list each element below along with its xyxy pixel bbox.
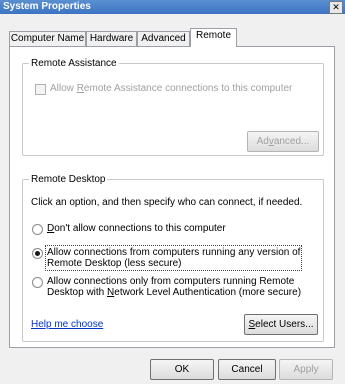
close-button[interactable]: ✕: [329, 1, 343, 14]
allow-nla-only-label[interactable]: Allow connections only from computers ru…: [47, 276, 301, 298]
allow-any-version-label[interactable]: Allow connections from computers running…: [44, 245, 303, 271]
apply-button[interactable]: Apply: [279, 359, 333, 380]
advanced-button[interactable]: Advanced...: [247, 131, 319, 152]
allow-any-version-line2: Remote Desktop (less secure): [47, 258, 182, 269]
tab-hardware[interactable]: Hardware: [86, 31, 137, 46]
allow-remote-assistance-label[interactable]: Allow Remote Assistance connections to t…: [50, 83, 292, 94]
tab-remote[interactable]: Remote: [190, 28, 237, 47]
remote-desktop-instruction: Click an option, and then specify who ca…: [31, 197, 303, 208]
remote-desktop-group: Remote Desktop Click an option, and then…: [22, 174, 324, 342]
remote-assistance-group-label: Remote Assistance: [29, 58, 119, 69]
system-properties-window: System Properties ✕ Computer Name Hardwa…: [0, 0, 345, 384]
remote-tab-panel: Remote Assistance Allow Remote Assistanc…: [9, 46, 335, 348]
title-bar[interactable]: System Properties ✕: [0, 0, 345, 14]
allow-any-version-line1: Allow connections from computers running…: [47, 247, 301, 258]
allow-any-version-radio[interactable]: [32, 248, 43, 259]
dont-allow-connections-label[interactable]: Don't allow connections to this computer: [47, 223, 226, 234]
remote-assistance-group: Remote Assistance Allow Remote Assistanc…: [22, 58, 324, 156]
tab-computer-name[interactable]: Computer Name: [9, 31, 86, 46]
remote-desktop-group-label: Remote Desktop: [29, 174, 108, 185]
select-users-button[interactable]: Select Users...: [244, 314, 318, 335]
allow-nla-only-line1: Allow connections only from computers ru…: [47, 276, 295, 287]
close-icon: ✕: [332, 2, 340, 12]
allow-nla-only-radio[interactable]: [32, 277, 43, 288]
dont-allow-connections-radio[interactable]: [32, 224, 43, 235]
allow-nla-only-line2: Desktop with Network Level Authenticatio…: [47, 287, 302, 298]
help-me-choose-link[interactable]: Help me choose: [31, 319, 103, 330]
window-title: System Properties: [3, 1, 91, 12]
allow-remote-assistance-checkbox[interactable]: [35, 84, 46, 95]
ok-button[interactable]: OK: [150, 359, 214, 380]
tab-advanced[interactable]: Advanced: [137, 31, 190, 46]
cancel-button[interactable]: Cancel: [218, 359, 276, 380]
